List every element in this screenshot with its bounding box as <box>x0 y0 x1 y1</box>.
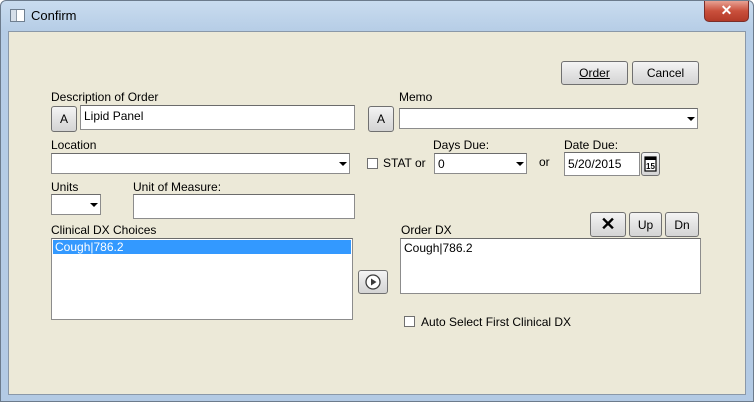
window-app-icon <box>10 9 25 22</box>
clinical-dx-listbox[interactable]: Cough|786.2 <box>51 238 353 320</box>
move-up-button[interactable]: Up <box>629 212 662 237</box>
confirm-window: Confirm ✕ Order Cancel Description of Or… <box>0 0 754 402</box>
chevron-down-icon <box>88 198 98 210</box>
units-label: Units <box>51 180 79 194</box>
close-button[interactable]: ✕ <box>704 1 749 22</box>
chevron-down-icon <box>337 157 347 169</box>
memo-format-button[interactable]: A <box>368 106 394 132</box>
add-dx-button[interactable] <box>358 270 388 294</box>
date-due-value: 5/20/2015 <box>568 157 622 171</box>
memo-label: Memo <box>399 90 433 104</box>
title-bar[interactable]: Confirm ✕ <box>1 1 753 31</box>
window-title: Confirm <box>31 8 77 23</box>
play-arrow-icon <box>365 274 381 290</box>
dialog-body: Order Cancel Description of Order A Lipi… <box>8 31 746 395</box>
description-label: Description of Order <box>51 90 159 104</box>
calendar-icon: 15 <box>644 156 657 172</box>
auto-select-label: Auto Select First Clinical DX <box>421 315 572 329</box>
close-icon: ✕ <box>600 214 616 234</box>
memo-dropdown[interactable] <box>399 108 698 129</box>
unit-of-measure-label: Unit of Measure: <box>133 180 222 194</box>
list-item[interactable]: Cough|786.2 <box>404 241 473 255</box>
order-dx-listbox[interactable]: Cough|786.2 <box>400 238 701 294</box>
date-due-label: Date Due: <box>564 138 619 152</box>
or-label: or <box>539 155 550 169</box>
location-dropdown[interactable] <box>51 153 350 174</box>
stat-checkbox[interactable] <box>367 158 378 169</box>
unit-of-measure-input[interactable] <box>133 194 355 219</box>
location-label: Location <box>51 138 97 152</box>
calendar-button[interactable]: 15 <box>641 152 660 176</box>
order-button-label: Order <box>579 66 610 80</box>
days-due-dropdown[interactable]: 0 <box>434 153 527 174</box>
chevron-down-icon <box>685 112 695 124</box>
description-format-button[interactable]: A <box>51 106 77 132</box>
description-input[interactable]: Lipid Panel <box>80 105 355 130</box>
date-due-input[interactable]: 5/20/2015 <box>564 152 640 176</box>
clinical-dx-label: Clinical DX Choices <box>51 223 157 237</box>
list-item[interactable]: Cough|786.2 <box>53 240 351 254</box>
days-due-label: Days Due: <box>433 138 490 152</box>
auto-select-checkbox[interactable] <box>404 316 415 327</box>
stat-label: STAT or <box>383 156 426 170</box>
order-dx-label: Order DX <box>401 223 452 237</box>
cancel-button[interactable]: Cancel <box>632 61 699 85</box>
chevron-down-icon <box>514 157 524 169</box>
remove-dx-button[interactable]: ✕ <box>590 212 626 237</box>
days-due-value: 0 <box>438 157 445 171</box>
description-value: Lipid Panel <box>84 109 144 123</box>
svg-text:15: 15 <box>646 162 655 171</box>
order-button[interactable]: Order <box>561 61 628 85</box>
units-dropdown[interactable] <box>51 194 101 215</box>
move-down-button[interactable]: Dn <box>665 212 699 237</box>
